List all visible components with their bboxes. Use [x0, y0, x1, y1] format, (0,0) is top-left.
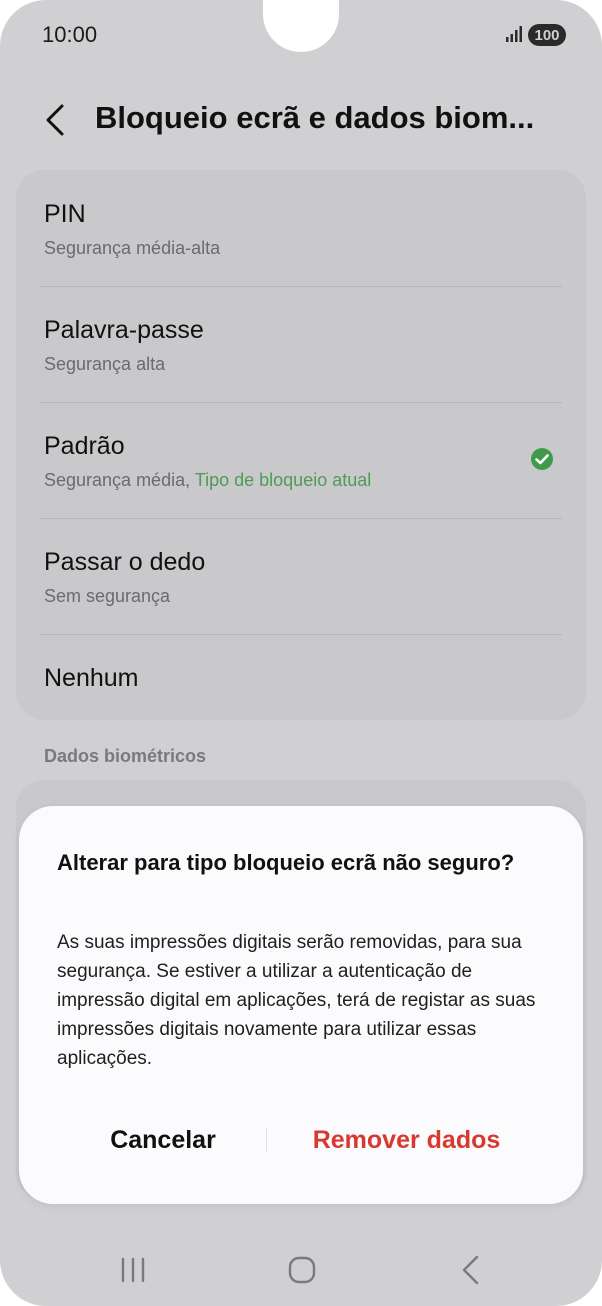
- lock-option-pin[interactable]: PIN Segurança média-alta: [16, 170, 586, 286]
- lock-option-password[interactable]: Palavra-passe Segurança alta: [16, 286, 586, 402]
- lock-option-swipe[interactable]: Passar o dedo Sem segurança: [16, 518, 586, 634]
- chevron-left-icon[interactable]: [40, 100, 74, 140]
- option-sublabel-text: Segurança média,: [44, 470, 191, 490]
- option-sublabel: Segurança média, Tipo de bloqueio atual: [44, 470, 371, 491]
- option-sublabel: Sem segurança: [44, 586, 171, 606]
- option-label: Nenhum: [44, 664, 139, 692]
- option-label: Padrão: [44, 432, 125, 460]
- status-time: 10:00: [42, 22, 98, 47]
- phone-screen: 10:00 100 Bloqueio ecrã e dados biom... …: [0, 0, 602, 1306]
- button-separator: [266, 1128, 267, 1152]
- back-icon[interactable]: [458, 1254, 484, 1286]
- lock-option-none[interactable]: Nenhum: [16, 634, 586, 720]
- section-header-biometrics: Dados biométricos: [44, 746, 207, 766]
- option-sublabel: Segurança alta: [44, 354, 166, 374]
- page-title: Bloqueio ecrã e dados biom...: [95, 100, 535, 135]
- recent-apps-icon[interactable]: [118, 1256, 148, 1284]
- signal-icon: [506, 26, 522, 42]
- lock-type-list: PIN Segurança média-alta Palavra-passe S…: [16, 170, 586, 720]
- dialog-message: As suas impressões digitais serão removi…: [57, 932, 536, 1069]
- dialog-title: Alterar para tipo bloqueio ecrã não segu…: [57, 850, 515, 875]
- option-label: Passar o dedo: [44, 548, 206, 576]
- option-sublabel: Segurança média-alta: [44, 238, 221, 258]
- cancel-button[interactable]: Cancelar: [63, 1116, 263, 1164]
- camera-notch: [263, 0, 339, 52]
- home-icon[interactable]: [287, 1255, 317, 1285]
- option-label: Palavra-passe: [44, 316, 204, 344]
- confirm-dialog: Alterar para tipo bloqueio ecrã não segu…: [19, 806, 583, 1204]
- lock-option-pattern[interactable]: Padrão Segurança média, Tipo de bloqueio…: [16, 402, 586, 518]
- option-label: PIN: [44, 200, 86, 228]
- remove-data-button[interactable]: Remover dados: [289, 1116, 524, 1164]
- battery-indicator: 100: [528, 24, 566, 46]
- current-lock-label: Tipo de bloqueio atual: [194, 470, 372, 490]
- check-circle-icon: [531, 448, 553, 470]
